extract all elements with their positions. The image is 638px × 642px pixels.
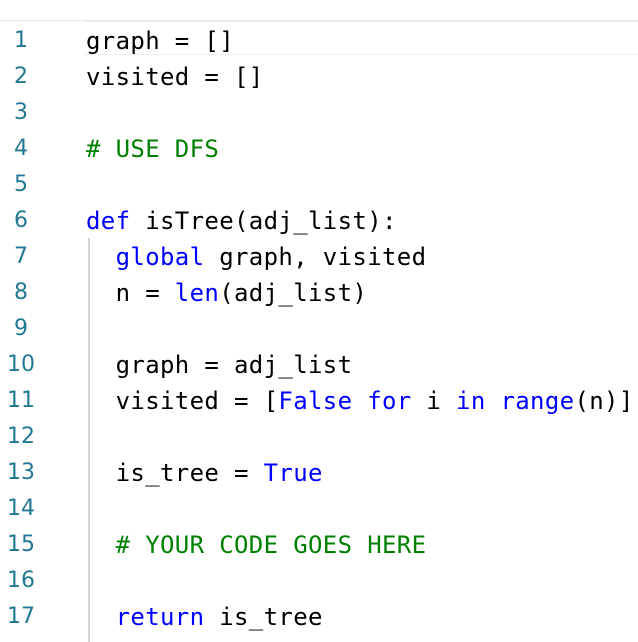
line-number: 2 — [14, 64, 28, 89]
line-code[interactable]: graph = adj_list — [86, 347, 352, 383]
line-number: 8 — [14, 280, 28, 305]
comment-token: # YOUR CODE GOES HERE — [115, 531, 427, 559]
code-token: is_tree — [204, 603, 323, 631]
code-token: graph = adj_list — [86, 351, 353, 379]
line-number: 5 — [14, 172, 28, 197]
line-number: 11 — [7, 388, 35, 413]
code-line[interactable]: 12 — [0, 419, 638, 455]
keyword-token: global — [115, 243, 205, 271]
line-number: 15 — [7, 532, 35, 557]
code-line[interactable]: 2 visited = [] — [0, 59, 638, 95]
code-token: i — [411, 387, 457, 415]
code-line[interactable]: 14 — [0, 491, 638, 527]
line-number: 4 — [14, 136, 28, 161]
keyword-token: return — [115, 603, 205, 631]
code-line[interactable]: 13 is_tree = True — [0, 455, 638, 491]
line-number: 9 — [14, 316, 28, 341]
code-token: graph, visited — [204, 243, 427, 271]
code-token: (adj_list) — [219, 279, 368, 307]
code-token: graph = [] — [86, 27, 234, 55]
code-line[interactable]: 3 — [0, 95, 638, 131]
code-token: n = — [86, 279, 175, 307]
code-line[interactable]: 11 visited = [False for i in range(n)] — [0, 383, 638, 419]
keyword-token: for — [367, 387, 412, 415]
code-lines[interactable]: 1 graph = [] 2 visited = [] 3 4 # USE DFS 5 6 def… — [0, 23, 638, 635]
line-number: 7 — [14, 244, 28, 269]
code-line[interactable]: 4 # USE DFS — [0, 131, 638, 167]
line-code[interactable]: global graph, visited — [86, 239, 426, 275]
code-line[interactable]: 5 — [0, 167, 638, 203]
line-code[interactable]: def isTree(adj_list): — [86, 203, 397, 239]
keyword-token: len — [174, 279, 220, 307]
code-token: is_tree = — [86, 459, 264, 487]
keyword-token: in — [456, 387, 486, 415]
code-line[interactable]: 6 def isTree(adj_list): — [0, 203, 638, 239]
keyword-token: range — [500, 387, 575, 415]
line-code[interactable]: return is_tree — [86, 599, 323, 635]
line-number: 10 — [7, 352, 35, 377]
code-line[interactable]: 10 graph = adj_list — [0, 347, 638, 383]
code-token: isTree(adj_list): — [130, 207, 397, 235]
code-editor[interactable]: 1 graph = [] 2 visited = [] 3 4 # USE DFS 5 6 def… — [0, 0, 638, 642]
keyword-token: True — [263, 459, 323, 487]
line-number: 13 — [7, 460, 35, 485]
code-line[interactable]: 16 — [0, 563, 638, 599]
keyword-token: False — [278, 387, 353, 415]
line-number: 16 — [7, 568, 35, 593]
keyword-token: def — [86, 207, 131, 235]
line-number: 14 — [7, 496, 35, 521]
line-number: 6 — [14, 208, 28, 233]
code-token: visited = [ — [86, 387, 279, 415]
line-code[interactable]: visited = [False for i in range(n)] — [86, 383, 634, 419]
line-code[interactable]: is_tree = True — [86, 455, 323, 491]
code-line[interactable]: 8 n = len(adj_list) — [0, 275, 638, 311]
line-code[interactable]: visited = [] — [86, 59, 264, 95]
line-number: 17 — [7, 604, 35, 629]
code-line[interactable]: 7 global graph, visited — [0, 239, 638, 275]
line-code[interactable]: graph = [] — [86, 23, 234, 59]
line-code[interactable]: # YOUR CODE GOES HERE — [86, 527, 426, 563]
line-number: 12 — [7, 424, 35, 449]
comment-token: # USE DFS — [86, 135, 220, 163]
line-number: 3 — [14, 100, 28, 125]
line-code[interactable]: n = len(adj_list) — [86, 275, 367, 311]
code-token: visited = [] — [86, 63, 264, 91]
code-line[interactable]: 17 return is_tree — [0, 599, 638, 635]
code-line[interactable]: 15 # YOUR CODE GOES HERE — [0, 527, 638, 563]
code-line[interactable]: 9 — [0, 311, 638, 347]
code-line[interactable]: 1 graph = [] — [0, 23, 638, 59]
line-number: 1 — [14, 28, 28, 53]
line-code[interactable]: # USE DFS — [86, 131, 219, 167]
code-token: (n)] — [574, 387, 634, 415]
